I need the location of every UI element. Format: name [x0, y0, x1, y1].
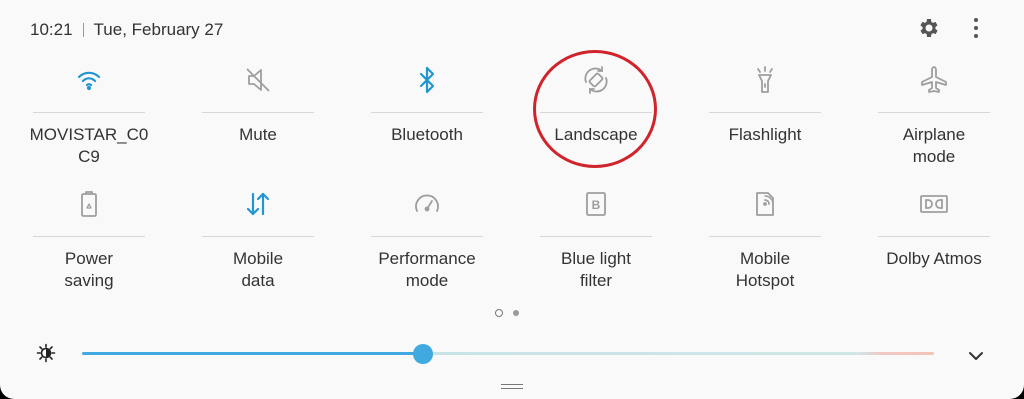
quick-settings-panel: 10:21 Tue, February 27 MOVISTAR_C0 C9 Mu…: [0, 0, 1024, 399]
tile-label: Airplane mode: [902, 125, 966, 166]
mute-icon: [242, 64, 274, 96]
tile-label: Bluetooth: [391, 125, 463, 144]
date: Tue, February 27: [93, 20, 224, 39]
tile-divider: [709, 112, 821, 113]
blue-light-icon: B: [580, 188, 612, 220]
tile-divider: [202, 112, 314, 113]
tile-divider: [33, 236, 145, 237]
tile-label: Performance mode: [378, 249, 476, 290]
tile-label: Dolby Atmos: [886, 249, 982, 268]
page-indicator: [495, 309, 519, 317]
tile-divider: [709, 236, 821, 237]
page-dot-current: [495, 309, 503, 317]
more-vertical-icon[interactable]: [964, 16, 988, 45]
tile-divider: [371, 236, 483, 237]
page-dot[interactable]: [513, 310, 519, 316]
tile-label: Flashlight: [728, 125, 802, 144]
tile-label: Mute: [239, 125, 277, 144]
chevron-down-icon[interactable]: [966, 346, 986, 371]
flashlight-icon: [749, 64, 781, 96]
tile-divider: [371, 112, 483, 113]
gear-icon[interactable]: [916, 16, 940, 45]
tile-divider: [33, 112, 145, 113]
mobile-data-icon: [242, 188, 274, 220]
tile-divider: [540, 112, 652, 113]
tile-label: Mobile data: [232, 249, 284, 290]
tile-divider: [202, 236, 314, 237]
tile-divider: [878, 112, 990, 113]
slider-fill: [82, 352, 423, 355]
brightness-slider[interactable]: [82, 344, 934, 364]
bluetooth-icon: [411, 64, 443, 96]
brightness-icon[interactable]: [36, 343, 56, 368]
svg-text:B: B: [592, 198, 601, 212]
tile-label: MOVISTAR_C0 C9: [29, 125, 149, 166]
slider-track: [423, 352, 934, 355]
tile-divider: [540, 236, 652, 237]
drag-handle[interactable]: [501, 384, 523, 389]
tile-label: Landscape: [554, 125, 638, 144]
gauge-icon: [411, 188, 443, 220]
wifi-icon: [73, 64, 105, 96]
hotspot-icon: [749, 188, 781, 220]
tile-label: Mobile Hotspot: [735, 249, 795, 290]
tile-label: Power saving: [64, 249, 114, 290]
slider-thumb[interactable]: [413, 344, 433, 364]
battery-icon: [73, 188, 105, 220]
rotate-icon: [580, 64, 612, 96]
divider: [82, 23, 84, 37]
status-header: 10:21 Tue, February 27: [30, 18, 223, 42]
clock: 10:21: [30, 20, 73, 39]
tile-divider: [878, 236, 990, 237]
airplane-icon: [918, 64, 950, 96]
tile-label: Blue light filter: [561, 249, 631, 290]
dolby-icon: [918, 188, 950, 220]
